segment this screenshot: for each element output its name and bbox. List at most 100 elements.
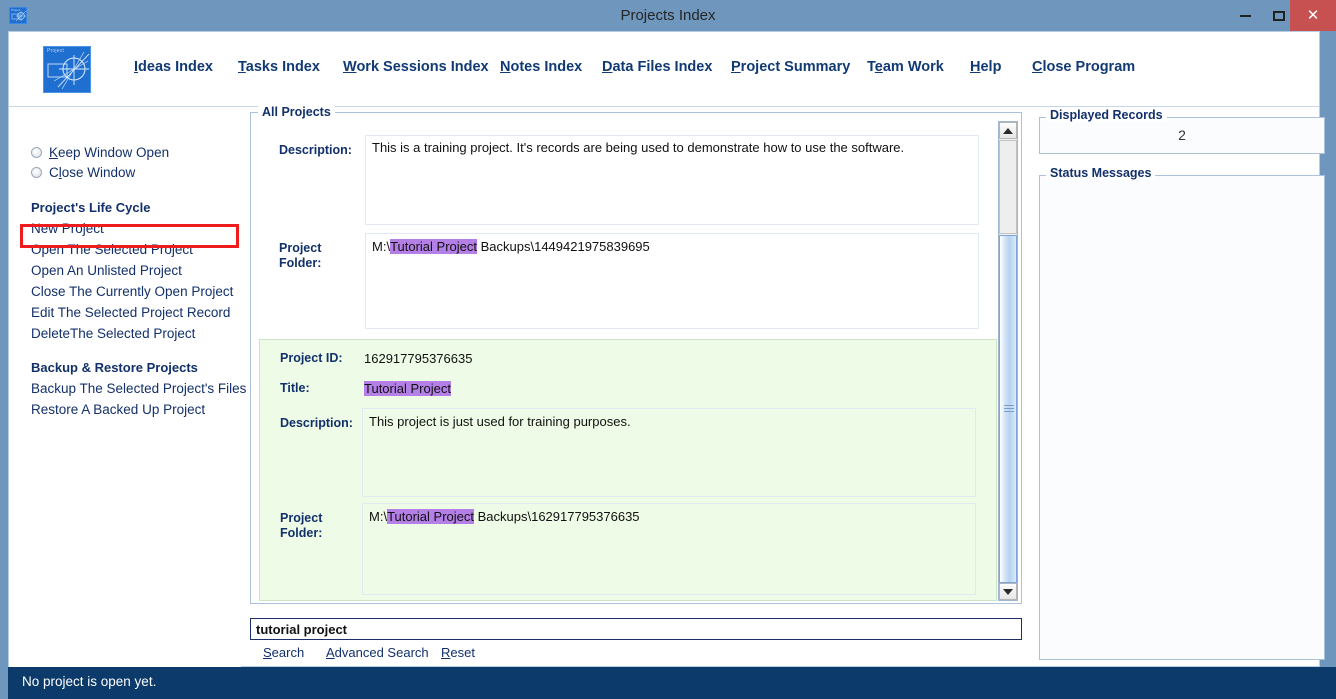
nav-label: am Work bbox=[882, 59, 944, 75]
nav-team-work[interactable]: Team Work bbox=[867, 59, 944, 75]
table-row[interactable]: Description: This is a training project.… bbox=[259, 121, 997, 337]
nav-notes-index[interactable]: Notes Index bbox=[500, 59, 582, 75]
status-bar-message: No project is open yet. bbox=[22, 674, 157, 689]
grip-icon bbox=[1004, 405, 1014, 413]
field-value-project-folder: M:\Tutorial Project Backups\162917795376… bbox=[369, 508, 969, 525]
displayed-records-legend: Displayed Records bbox=[1046, 108, 1167, 122]
minimize-button[interactable] bbox=[1228, 0, 1262, 31]
radio-label: Close Window bbox=[49, 165, 135, 180]
radio-icon[interactable] bbox=[31, 147, 42, 158]
nav-work-sessions-index[interactable]: Work Sessions Index bbox=[343, 59, 489, 75]
status-bar: No project is open yet. bbox=[8, 667, 1336, 699]
radio-text: ose Window bbox=[61, 165, 136, 180]
search-accel: R bbox=[441, 645, 451, 660]
nav-label: asks Index bbox=[245, 59, 320, 75]
left-sidebar: Keep Window Open Close Window Project's … bbox=[9, 108, 246, 667]
nav-accel: C bbox=[1032, 59, 1043, 75]
sidebar-item-open-an-unlisted-project[interactable]: Open An Unlisted Project bbox=[31, 263, 182, 278]
sidebar-heading-backup-restore-projects: Backup & Restore Projects bbox=[31, 360, 198, 375]
sidebar-item-delete-the-selected-project[interactable]: DeleteThe Selected Project bbox=[31, 326, 195, 341]
field-value-description: This project is just used for training p… bbox=[369, 414, 631, 429]
top-navigation-bar: Project Ideas Index Tasks Index Work Ses… bbox=[9, 32, 1319, 107]
nav-label: otes Index bbox=[510, 59, 583, 75]
path-prefix: M:\ bbox=[369, 509, 388, 524]
field-value-description: This is a training project. It's records… bbox=[372, 140, 905, 155]
close-button[interactable]: ✕ bbox=[1290, 0, 1336, 31]
nav-accel: e bbox=[874, 59, 883, 75]
status-messages-legend: Status Messages bbox=[1046, 166, 1156, 180]
nav-help[interactable]: Help bbox=[970, 59, 1001, 75]
search-match-highlight: Tutorial Project bbox=[387, 509, 474, 524]
search-label: dvanced Search bbox=[334, 645, 429, 660]
radio-close-window[interactable]: Close Window bbox=[31, 163, 135, 182]
radio-pre: C bbox=[49, 165, 59, 180]
search-button[interactable]: Search bbox=[263, 645, 304, 660]
path-suffix: Backups\162917795376635 bbox=[474, 509, 640, 524]
radio-label: Keep Window Open bbox=[49, 145, 169, 160]
nav-accel: N bbox=[500, 59, 511, 75]
sidebar-item-new-project[interactable]: New Project bbox=[31, 221, 104, 236]
radio-accel: K bbox=[49, 145, 59, 160]
app-surface: Project Ideas Index Tasks Index Work Ses… bbox=[8, 31, 1325, 667]
nav-accel: H bbox=[970, 59, 981, 75]
advanced-search-button[interactable]: Advanced Search bbox=[326, 645, 429, 660]
nav-label: ork Sessions Index bbox=[356, 59, 489, 75]
nav-project-summary[interactable]: Project Summary bbox=[731, 59, 850, 75]
field-value-project-folder: M:\Tutorial Project Backups\144942197583… bbox=[372, 238, 972, 255]
window-titlebar: Project Projects Index ✕ bbox=[0, 0, 1336, 31]
radio-keep-window-open[interactable]: Keep Window Open bbox=[31, 143, 169, 162]
reset-button[interactable]: Reset bbox=[441, 645, 475, 660]
window-title: Projects Index bbox=[620, 7, 716, 24]
field-label-project-id: Project ID: bbox=[280, 351, 343, 365]
path-suffix: Backups\1449421975839695 bbox=[477, 239, 650, 254]
nav-label: lose Program bbox=[1042, 59, 1136, 75]
nav-pre: T bbox=[867, 59, 875, 75]
records-vertical-scrollbar[interactable] bbox=[998, 121, 1018, 601]
chevron-up-icon bbox=[1003, 127, 1013, 134]
table-row[interactable]: Project ID: 162917795376635 Title: Tutor… bbox=[259, 339, 997, 601]
field-label-description: Description: bbox=[280, 416, 353, 430]
search-match-highlight: Tutorial Project bbox=[364, 381, 451, 396]
field-label-project-folder: Project Folder: bbox=[279, 241, 322, 270]
scroll-up-button[interactable] bbox=[999, 122, 1017, 139]
scrollbar-thumb[interactable] bbox=[999, 235, 1017, 583]
close-icon: ✕ bbox=[1306, 7, 1320, 24]
radio-icon[interactable] bbox=[31, 167, 42, 178]
search-accel: S bbox=[263, 645, 272, 660]
search-accel: A bbox=[326, 645, 335, 660]
minimize-icon bbox=[1239, 14, 1251, 17]
nav-ideas-index[interactable]: Ideas Index bbox=[134, 59, 213, 75]
app-logo: Project bbox=[43, 46, 91, 93]
scrollbar-track[interactable] bbox=[999, 140, 1017, 234]
search-match-highlight: Tutorial Project bbox=[390, 239, 477, 254]
nav-label: elp bbox=[980, 59, 1002, 75]
application-window: Project Projects Index ✕ Project Ideas I… bbox=[0, 0, 1336, 699]
nav-accel: D bbox=[602, 59, 613, 75]
maximize-icon bbox=[1273, 10, 1285, 21]
field-label-project-folder: Project Folder: bbox=[280, 511, 323, 540]
search-label: eset bbox=[450, 645, 475, 660]
nav-data-files-index[interactable]: Data Files Index bbox=[602, 59, 712, 75]
path-prefix: M:\ bbox=[372, 239, 391, 254]
status-messages-panel bbox=[1039, 175, 1325, 660]
all-projects-legend: All Projects bbox=[258, 105, 335, 119]
sidebar-item-backup-the-selected-projects-files[interactable]: Backup The Selected Project's Files bbox=[31, 381, 246, 396]
sidebar-item-edit-the-selected-project-record[interactable]: Edit The Selected Project Record bbox=[31, 305, 230, 320]
sidebar-item-restore-a-backed-up-project[interactable]: Restore A Backed Up Project bbox=[31, 402, 205, 417]
nav-label: ata Files Index bbox=[612, 59, 713, 75]
projects-record-list[interactable]: Description: This is a training project.… bbox=[259, 121, 997, 601]
search-input[interactable] bbox=[250, 618, 1022, 640]
sidebar-item-open-the-selected-project[interactable]: Open The Selected Project bbox=[31, 242, 193, 257]
field-value-project-id: 162917795376635 bbox=[364, 351, 473, 366]
nav-close-program[interactable]: Close Program bbox=[1032, 59, 1135, 75]
sidebar-item-close-the-currently-open-project[interactable]: Close The Currently Open Project bbox=[31, 284, 233, 299]
displayed-records-count: 2 bbox=[1178, 127, 1186, 143]
search-label: earch bbox=[271, 645, 305, 660]
nav-label: deas Index bbox=[138, 59, 213, 75]
nav-label: roject Summary bbox=[740, 59, 851, 75]
radio-text: eep Window Open bbox=[58, 145, 170, 160]
nav-tasks-index[interactable]: Tasks Index bbox=[238, 59, 320, 75]
scroll-down-button[interactable] bbox=[999, 583, 1017, 600]
field-value-title: Tutorial Project bbox=[364, 381, 451, 396]
app-logo-drawing bbox=[47, 51, 90, 90]
